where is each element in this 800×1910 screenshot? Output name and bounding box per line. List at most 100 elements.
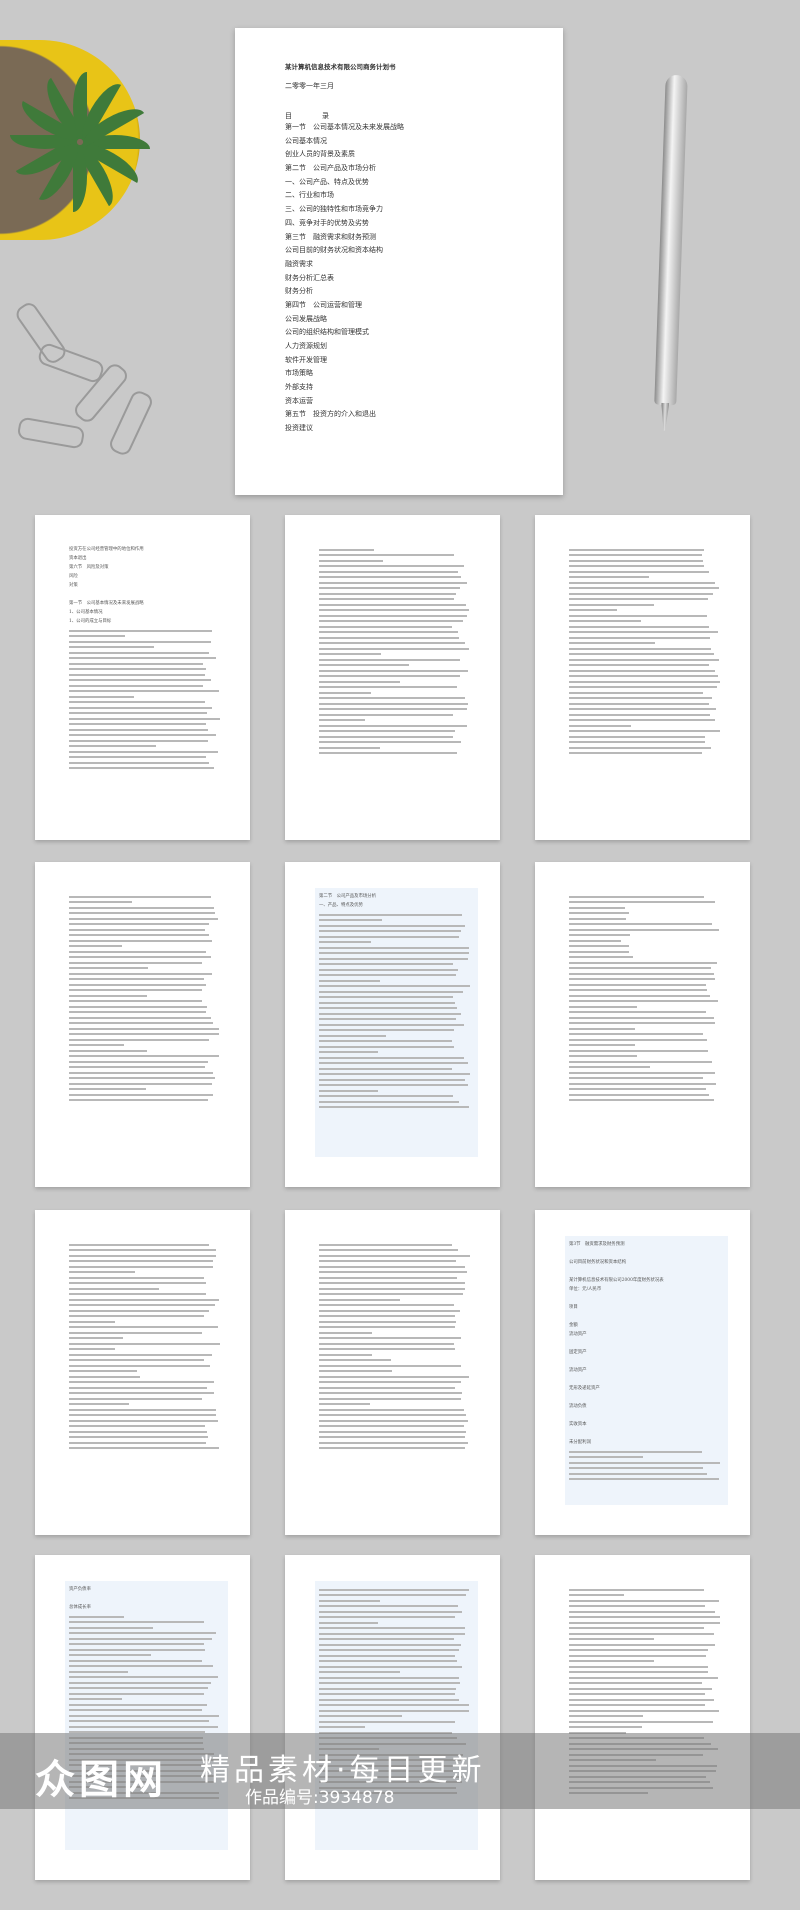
text-line-placeholder: [319, 1676, 460, 1679]
text-line-placeholder: [569, 1638, 655, 1640]
text-line-placeholder: [319, 1599, 380, 1602]
text-line-placeholder: [69, 750, 218, 753]
text-line-placeholder: [319, 642, 466, 644]
text-line-placeholder: [569, 1450, 702, 1453]
text-line-placeholder: [69, 950, 207, 953]
text-line-placeholder: [69, 1071, 214, 1074]
text-line-placeholder: [569, 1011, 706, 1013]
text-line-placeholder: [569, 939, 621, 942]
text-line-placeholder: [319, 1616, 455, 1618]
text-line-placeholder: [319, 614, 468, 617]
paper-clip: [36, 341, 106, 385]
text-line-placeholder: [319, 1243, 452, 1246]
text-line-placeholder: [69, 1659, 202, 1662]
text-line-placeholder: [569, 548, 705, 551]
document-page-thumbnail: [535, 1555, 750, 1880]
text-line-placeholder: [319, 974, 457, 976]
text-line-placeholder: [69, 706, 212, 709]
text-line-placeholder: [319, 952, 469, 954]
text-line-placeholder: [319, 1265, 465, 1268]
text-line-placeholder: [569, 945, 630, 947]
page-text-line: [69, 590, 220, 599]
text-line-placeholder: [319, 1397, 461, 1400]
text-line-placeholder: [69, 1060, 209, 1063]
text-line-placeholder: [569, 1671, 708, 1673]
text-line-placeholder: [319, 1023, 464, 1026]
text-line-placeholder: [69, 701, 206, 703]
text-line-placeholder: [319, 919, 382, 921]
text-line-placeholder: [319, 1315, 455, 1317]
page-text-line: 投资方在公司经营管理中的地位和作用: [69, 547, 144, 552]
text-line-placeholder: [319, 1359, 391, 1361]
page-text-line: 公司目前财务状况和资本结构: [569, 1260, 627, 1265]
text-line-placeholder: [569, 713, 710, 716]
page-text-line: 风险: [69, 574, 78, 579]
text-line-placeholder: [319, 935, 459, 938]
text-line-placeholder: [69, 668, 207, 670]
text-line-placeholder: [319, 1682, 460, 1684]
text-line-placeholder: [319, 1726, 365, 1728]
page-text-line: [569, 1312, 720, 1321]
page-text-line: 流动资产: [569, 1332, 587, 1337]
toc-item: 三、公司的独特性和市场竞争力: [285, 205, 383, 214]
text-line-placeholder: [319, 985, 470, 987]
text-line-placeholder: [69, 1038, 210, 1041]
text-line-placeholder: [69, 1243, 210, 1246]
toc-item: 一、公司产品、特点及优势: [285, 177, 369, 186]
text-line-placeholder: [319, 741, 461, 743]
text-line-placeholder: [569, 983, 707, 986]
document-title: 某计算机信息技术有限公司商务计划书: [285, 63, 396, 71]
text-line-placeholder: [569, 978, 716, 980]
text-line-placeholder: [69, 1714, 219, 1717]
text-line-placeholder: [69, 989, 203, 991]
text-line-placeholder: [569, 642, 656, 644]
text-line-placeholder: [319, 941, 371, 943]
text-line-placeholder: [569, 1704, 706, 1706]
text-line-placeholder: [69, 629, 213, 632]
text-line-placeholder: [319, 708, 467, 710]
text-line-placeholder: [69, 1381, 215, 1383]
text-line-placeholder: [69, 684, 203, 687]
toc-item: 第四节 公司运营和管理: [285, 300, 362, 309]
text-line-placeholder: [569, 961, 717, 964]
text-line-placeholder: [569, 686, 717, 688]
text-line-placeholder: [569, 1082, 717, 1085]
text-line-placeholder: [69, 1364, 211, 1367]
text-line-placeholder: [569, 1693, 705, 1695]
page-text-line: 1、公司的成立与目标: [69, 619, 112, 624]
text-line-placeholder: [319, 658, 460, 661]
text-line-placeholder: [69, 1326, 218, 1328]
text-line-placeholder: [69, 1099, 208, 1101]
document-page-thumbnail: [35, 862, 250, 1187]
text-line-placeholder: [69, 1626, 153, 1629]
page-text-line: 实收资本: [569, 1422, 587, 1427]
text-line-placeholder: [69, 1331, 203, 1334]
text-line-placeholder: [319, 1610, 463, 1613]
page-text-line: [69, 1594, 220, 1603]
text-line-placeholder: [69, 1282, 207, 1284]
text-line-placeholder: [319, 1698, 460, 1701]
text-line-placeholder: [569, 1632, 715, 1635]
watermark-code: 作品编号:3934878: [245, 1788, 395, 1808]
text-line-placeholder: [319, 565, 464, 567]
text-line-placeholder: [319, 996, 453, 998]
text-line-placeholder: [319, 1337, 461, 1339]
page-text-line: [569, 1249, 720, 1258]
toc-item: 公司发展战略: [285, 314, 327, 323]
watermark-banner: 众图网 精品素材·每日更新 作品编号:3934878: [0, 1733, 800, 1809]
text-line-placeholder: [69, 983, 206, 986]
text-line-placeholder: [569, 620, 642, 622]
text-line-placeholder: [319, 979, 381, 982]
text-line-placeholder: [69, 901, 132, 903]
page-text-line: 资产负债率: [69, 1587, 91, 1592]
text-line-placeholder: [569, 625, 709, 628]
text-line-placeholder: [69, 1687, 209, 1689]
text-line-placeholder: [319, 592, 457, 595]
text-line-placeholder: [319, 1342, 454, 1345]
text-line-placeholder: [319, 636, 459, 639]
toc-item: 投资建议: [285, 424, 313, 433]
page-text-line: 资本退出: [69, 556, 87, 561]
text-line-placeholder: [319, 1436, 465, 1438]
text-line-placeholder: [569, 1066, 650, 1068]
text-line-placeholder: [69, 1049, 148, 1052]
